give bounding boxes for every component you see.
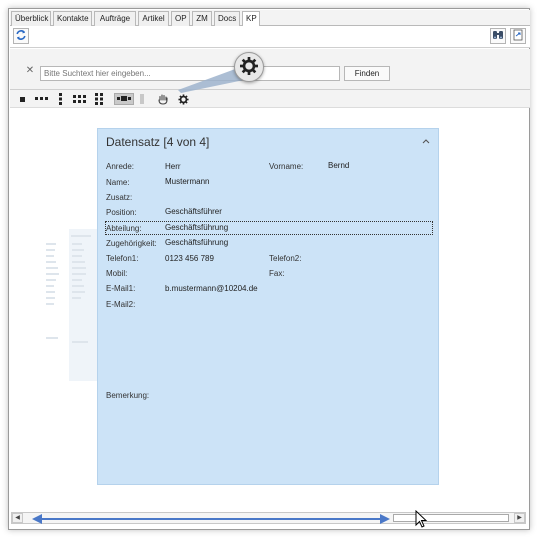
chevron-up-icon	[422, 136, 430, 146]
magnified-gear-callout	[234, 52, 264, 82]
tab-auftraege[interactable]: Aufträge	[94, 11, 136, 26]
label-abteilung: Abteilung:	[106, 224, 142, 233]
tab-kontakte[interactable]: Kontakte	[53, 11, 92, 26]
focused-field-outline	[105, 221, 433, 235]
value-abteilung[interactable]: Geschäftsführung	[165, 223, 228, 232]
refresh-icon	[15, 29, 27, 43]
gear-icon[interactable]	[177, 93, 189, 105]
selected-layout-icon[interactable]	[114, 93, 134, 105]
tab-docs[interactable]: Docs	[214, 11, 240, 26]
tab-kp[interactable]: KP	[242, 11, 260, 27]
toolbar	[10, 26, 530, 48]
tab-zm[interactable]: ZM	[192, 11, 212, 26]
grid-vertical-icon[interactable]	[94, 93, 104, 105]
value-name[interactable]: Mustermann	[165, 177, 209, 186]
label-bemerkung: Bemerkung:	[106, 391, 150, 400]
tab-bar: Überblick Kontakte Aufträge Artikel OP Z…	[10, 10, 530, 27]
grid-icon[interactable]	[72, 93, 86, 105]
search-input[interactable]	[40, 66, 340, 81]
value-vorname[interactable]: Bernd	[328, 161, 349, 170]
label-position: Position:	[106, 208, 137, 217]
label-zugehoerigkeit: Zugehörigkeit:	[106, 239, 157, 248]
label-email1: E-Mail1:	[106, 284, 136, 293]
tab-artikel[interactable]: Artikel	[138, 11, 169, 26]
value-email1[interactable]: b.mustermann@10204.de	[165, 284, 258, 293]
label-zusatz: Zusatz:	[106, 193, 133, 202]
pan-hand-icon[interactable]	[156, 93, 170, 105]
export-button[interactable]	[510, 28, 526, 44]
scrollbar-thumb[interactable]	[393, 514, 509, 522]
single-column-icon[interactable]	[19, 93, 25, 105]
value-zugehoerigkeit[interactable]: Geschäftsführung	[165, 238, 228, 247]
horizontal-scrollbar[interactable]: ◀ ▶	[11, 512, 526, 524]
vertical-dots-icon[interactable]	[58, 93, 64, 105]
search-records-button[interactable]	[490, 28, 506, 44]
tab-op[interactable]: OP	[171, 11, 190, 26]
three-columns-icon[interactable]	[34, 93, 48, 105]
export-icon	[512, 29, 524, 43]
scroll-right-button[interactable]: ▶	[514, 513, 525, 523]
ghost-card-preview	[44, 229, 98, 381]
bar-icon[interactable]	[139, 93, 145, 105]
scroll-left-button[interactable]: ◀	[12, 513, 23, 523]
card-title: Datensatz [4 von 4]	[106, 135, 210, 149]
label-mobil: Mobil:	[106, 269, 128, 278]
refresh-button[interactable]	[13, 28, 29, 44]
label-telefon1: Telefon1:	[106, 254, 139, 263]
value-position[interactable]: Geschäftsführer	[165, 207, 222, 216]
find-button[interactable]: Finden	[344, 66, 390, 81]
binoculars-icon	[492, 29, 504, 43]
label-name: Name:	[106, 178, 130, 187]
label-fax: Fax:	[269, 269, 285, 278]
gear-icon	[239, 56, 259, 78]
label-vorname: Vorname:	[269, 162, 304, 171]
search-panel: ✕ Finden	[10, 49, 530, 90]
value-telefon1[interactable]: 0123 456 789	[165, 254, 214, 263]
label-email2: E-Mail2:	[106, 300, 136, 309]
mouse-cursor-icon	[415, 510, 428, 528]
record-card: Datensatz [4 von 4] Anrede: Herr Vorname…	[97, 128, 439, 485]
label-anrede: Anrede:	[106, 162, 135, 171]
label-telefon2: Telefon2:	[269, 254, 302, 263]
value-anrede[interactable]: Herr	[165, 162, 181, 171]
tab-ueberblick[interactable]: Überblick	[11, 11, 51, 26]
close-icon[interactable]: ✕	[25, 66, 35, 76]
collapse-card-button[interactable]	[422, 136, 430, 146]
layout-toolbar	[10, 90, 530, 108]
